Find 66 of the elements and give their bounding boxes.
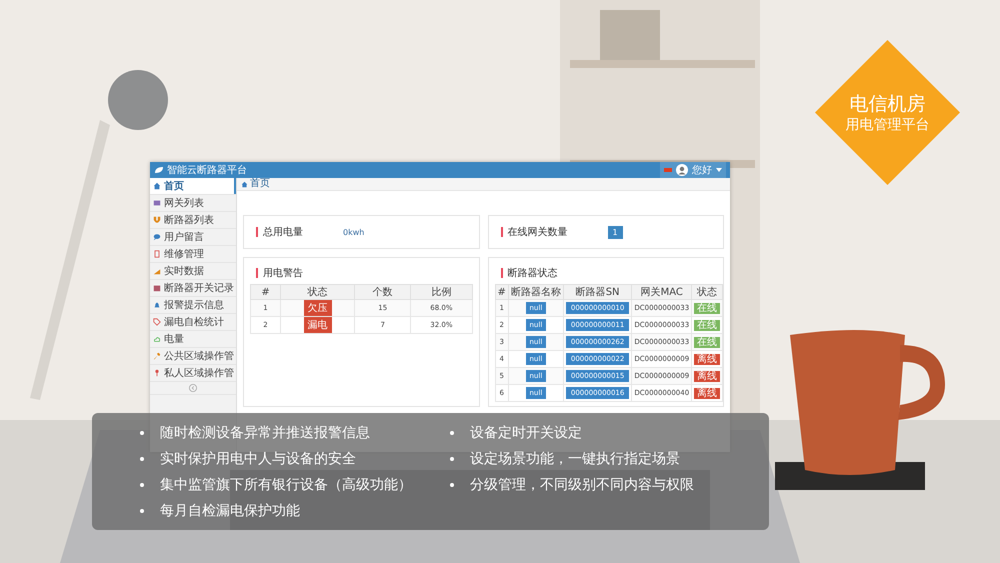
status-badge: 在线 <box>694 320 720 330</box>
count-badge: 1 <box>608 226 623 238</box>
stat-label: 总用电量 <box>263 226 303 239</box>
status-badge: 在线 <box>694 302 720 314</box>
sidebar-item[interactable]: 断路器开关记录 <box>150 280 236 297</box>
column-header: 网关MAC <box>632 284 692 300</box>
bullet-icon <box>450 430 454 434</box>
status-badge: 漏电 <box>304 317 332 333</box>
stat-label: 在线网关数量 <box>508 226 568 239</box>
tag-icon <box>153 318 161 326</box>
badge-title: 电信机房 <box>848 92 926 116</box>
pin-icon <box>153 369 161 377</box>
bullet-icon <box>450 456 454 460</box>
sidebar-item[interactable]: 私人区域操作管 <box>150 365 236 382</box>
feature-text: 集中监管旗下所有银行设备（高级功能） <box>160 476 412 494</box>
sidebar-item[interactable]: 报警提示信息 <box>150 297 236 314</box>
column-header: # <box>250 284 281 300</box>
status-badge: 离线 <box>694 388 720 398</box>
sidebar-item[interactable]: 首页 <box>150 178 236 195</box>
bullet-icon <box>140 508 144 512</box>
leaf-icon <box>154 166 164 174</box>
feature-text: 设备定时开关设定 <box>470 424 582 442</box>
sidebar-item[interactable]: 用户留言 <box>150 229 236 246</box>
phone-icon <box>153 250 161 258</box>
feature-text: 分级管理，不同级别不同内容与权限 <box>470 476 694 494</box>
column-header: # <box>495 284 508 300</box>
bullet-icon <box>140 482 144 486</box>
cloud-icon <box>153 335 161 343</box>
column-header: 断路器名称 <box>508 284 564 300</box>
sidebar-item[interactable]: 断路器列表 <box>150 212 236 229</box>
magnet-icon <box>153 216 161 224</box>
bullet-icon <box>140 430 144 434</box>
sidebar-item[interactable]: 网关列表 <box>150 195 236 212</box>
status-badge: 在线 <box>694 336 720 348</box>
stat-value: 0kwh <box>343 228 364 236</box>
app-title: 智能云断路器平台 <box>167 164 247 177</box>
home-icon <box>241 180 248 188</box>
sidebar-item[interactable]: 漏电自检统计 <box>150 314 236 331</box>
column-header: 个数 <box>354 284 411 300</box>
badge-subtitle: 用电管理平台 <box>846 116 930 134</box>
bullet-icon <box>450 482 454 486</box>
home-icon <box>153 182 161 190</box>
chat-icon <box>153 233 161 241</box>
sidebar-item[interactable]: 公共区域操作管 <box>150 348 236 365</box>
column-header: 状态 <box>280 284 355 300</box>
sidebar-item[interactable]: 电量 <box>150 331 236 348</box>
column-header: 断路器SN <box>563 284 632 300</box>
feature-text: 随时检测设备异常并推送报警信息 <box>160 424 370 442</box>
sidebar-item[interactable]: 实时数据 <box>150 263 236 280</box>
feature-text: 每月自检漏电保护功能 <box>160 502 300 520</box>
collapse-icon[interactable] <box>189 384 197 392</box>
feature-text: 设定场景功能，一键执行指定场景 <box>470 450 680 468</box>
panel-title: 断路器状态 <box>508 266 558 280</box>
status-badge: 离线 <box>694 354 720 364</box>
column-header: 状态 <box>692 284 723 300</box>
bell-icon <box>153 301 161 309</box>
avatar-icon[interactable] <box>676 164 688 176</box>
status-badge: 离线 <box>694 370 720 382</box>
feature-text: 实时保护用电中人与设备的安全 <box>160 450 356 468</box>
breadcrumb-link[interactable]: 首页 <box>250 178 270 190</box>
sidebar-item[interactable]: 维修管理 <box>150 246 236 263</box>
wrench-icon <box>153 352 161 360</box>
status-badge: 欠压 <box>304 300 332 316</box>
bullet-icon <box>140 456 144 460</box>
column-header: 比例 <box>410 284 472 300</box>
panel-title: 用电警告 <box>263 266 303 280</box>
